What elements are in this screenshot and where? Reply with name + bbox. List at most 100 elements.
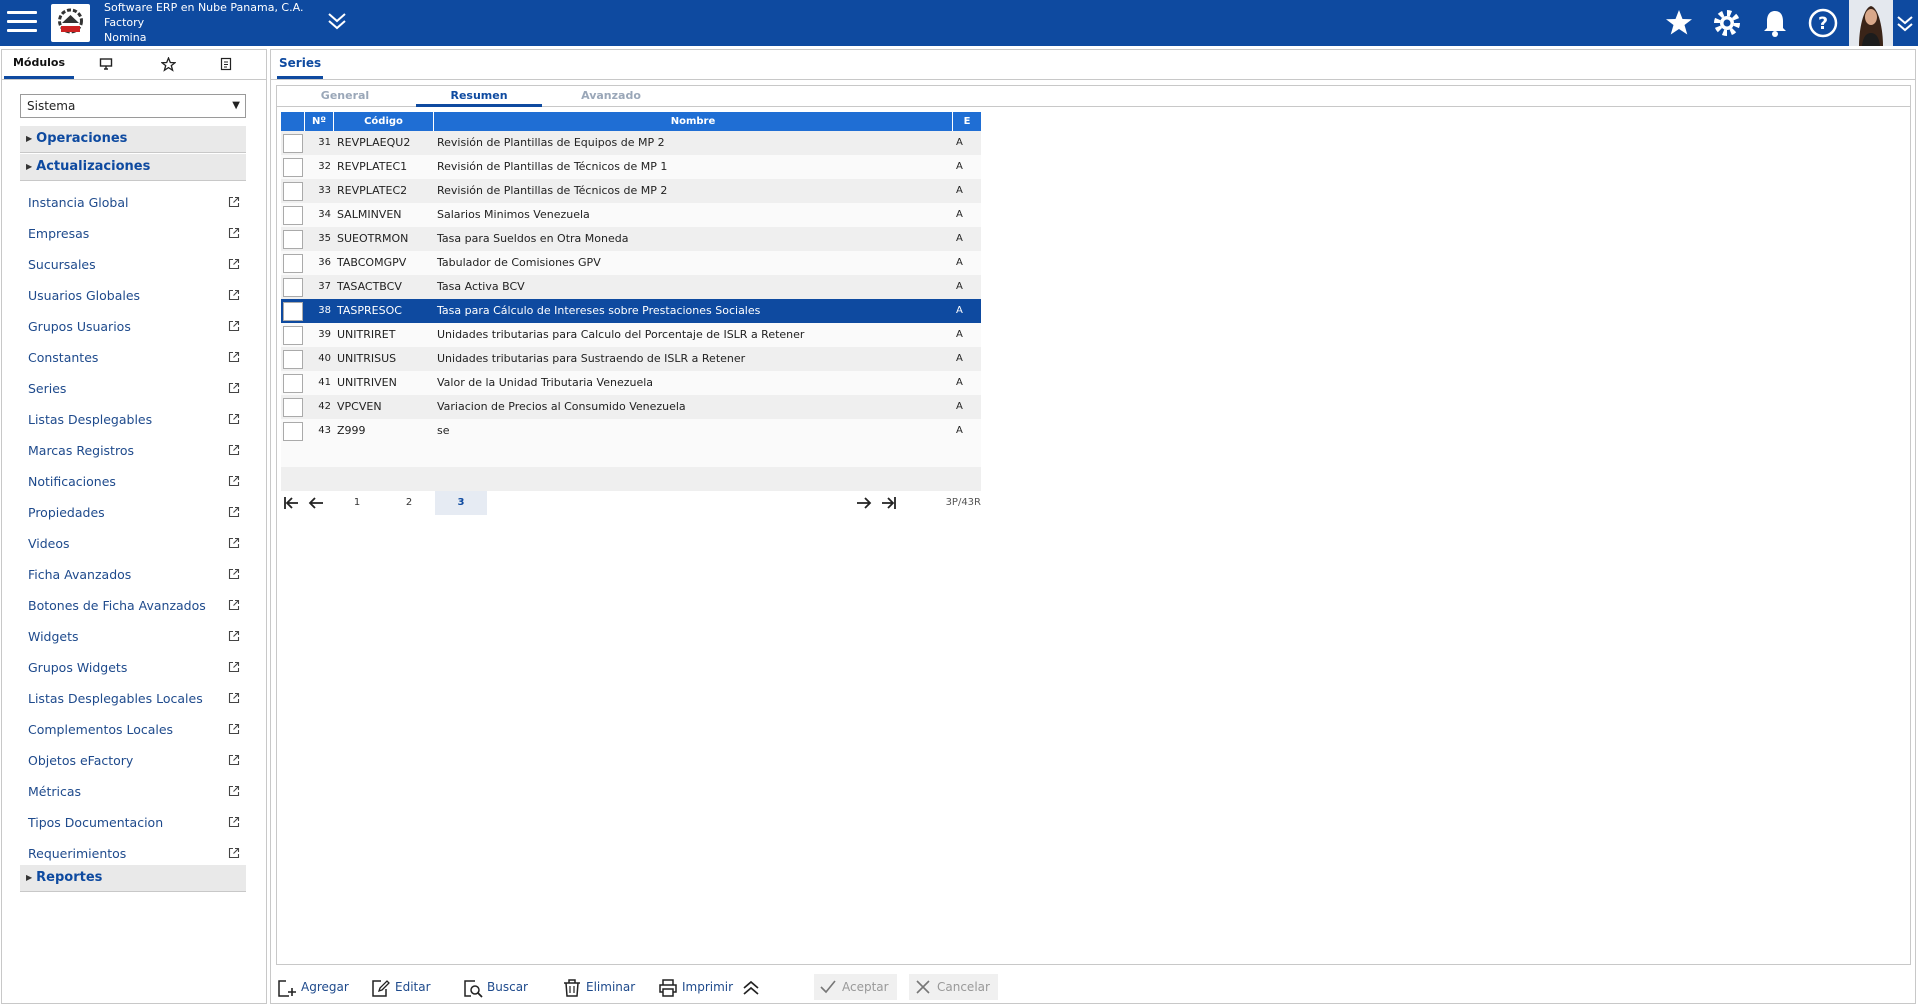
nav-item-tipos-documentacion[interactable]: Tipos Documentacion	[20, 807, 246, 838]
search-button[interactable]: Buscar	[463, 974, 528, 1000]
row-checkbox[interactable]	[283, 278, 303, 297]
first-page-icon[interactable]	[283, 495, 301, 514]
table-row[interactable]: 43 Z999 se A	[281, 419, 981, 443]
nav-item-usuarios-globales[interactable]: Usuarios Globales	[20, 280, 246, 311]
row-checkbox[interactable]	[283, 254, 303, 273]
row-checkbox[interactable]	[283, 134, 303, 153]
external-link-icon	[228, 537, 240, 549]
table-row[interactable]: 40 UNITRISUS Unidades tributarias para Sus…	[281, 347, 981, 371]
header-name[interactable]: Nombre	[434, 112, 953, 131]
page-1[interactable]: 1	[331, 491, 383, 515]
table-row[interactable]: 35 SUEOTRMON Tasa para Sueldos en Otra Mon…	[281, 227, 981, 251]
nav-item-widgets[interactable]: Widgets	[20, 621, 246, 652]
external-link-icon	[228, 723, 240, 735]
tab-monitor[interactable]	[86, 50, 126, 79]
table-row[interactable]: 33 REVPLATEC2 Revisión de Plantillas de Té…	[281, 179, 981, 203]
nav-item-grupos-widgets[interactable]: Grupos Widgets	[20, 652, 246, 683]
cell-e: A	[956, 425, 963, 436]
nav-item-listas-desplegables-locales[interactable]: Listas Desplegables Locales	[20, 683, 246, 714]
row-checkbox[interactable]	[283, 158, 303, 177]
nav-item-ficha-avanzados[interactable]: Ficha Avanzados	[20, 559, 246, 590]
row-checkbox[interactable]	[283, 326, 303, 345]
last-page-icon[interactable]	[879, 495, 897, 514]
nav-item-metricas[interactable]: Métricas	[20, 776, 246, 807]
nav-item-objetos-efactory[interactable]: Objetos eFactory	[20, 745, 246, 776]
hamburger-menu-icon[interactable]	[7, 11, 37, 33]
nav-item-listas-desplegables[interactable]: Listas Desplegables	[20, 404, 246, 435]
group-reportes[interactable]: ▶ Reportes	[20, 865, 246, 892]
table-row[interactable]: 34 SALMINVEN Salarios Minimos Venezuela A	[281, 203, 981, 227]
subtab-general[interactable]: General	[307, 86, 383, 107]
table-row[interactable]: 42 VPCVEN Variacion de Precios al Consumid…	[281, 395, 981, 419]
row-checkbox[interactable]	[283, 206, 303, 225]
table-row[interactable]: 41 UNITRIVEN Valor de la Unidad Tributaria…	[281, 371, 981, 395]
header-select	[281, 112, 305, 131]
cell-e: A	[956, 257, 963, 268]
nav-item-videos[interactable]: Videos	[20, 528, 246, 559]
cancel-button[interactable]: Cancelar	[909, 974, 998, 1000]
star-outline-icon	[159, 56, 177, 75]
accept-button[interactable]: Aceptar	[814, 974, 897, 1000]
row-checkbox[interactable]	[283, 182, 303, 201]
user-avatar[interactable]	[1849, 0, 1893, 46]
table-row-selected[interactable]: 38 TASPRESOC Tasa para Cálculo de Interese…	[281, 299, 981, 323]
prev-page-icon[interactable]	[307, 495, 325, 514]
external-link-icon	[228, 227, 240, 239]
gear-icon[interactable]	[1710, 6, 1744, 40]
nav-item-complementos-locales[interactable]: Complementos Locales	[20, 714, 246, 745]
help-icon[interactable]: ?	[1806, 6, 1840, 40]
nav-item-empresas[interactable]: Empresas	[20, 218, 246, 249]
page-2[interactable]: 2	[383, 491, 435, 515]
row-checkbox[interactable]	[283, 350, 303, 369]
tab-series[interactable]: Series	[277, 50, 324, 79]
star-icon[interactable]	[1662, 6, 1696, 40]
add-button[interactable]: Agregar	[277, 974, 349, 1000]
subtab-avanzado[interactable]: Avanzado	[561, 86, 661, 107]
chevron-double-down-icon[interactable]	[326, 11, 348, 34]
search-icon	[464, 980, 483, 998]
row-checkbox[interactable]	[283, 230, 303, 249]
tab-modulos[interactable]: Módulos	[4, 50, 74, 79]
table-row[interactable]: 32 REVPLATEC1 Revisión de Plantillas de Té…	[281, 155, 981, 179]
nav-item-series[interactable]: Series	[20, 373, 246, 404]
table-row[interactable]: 31 REVPLAEQU2 Revisión de Plantillas de Eq…	[281, 131, 981, 155]
bell-icon[interactable]	[1758, 6, 1792, 40]
module-select[interactable]: Sistema ▼	[20, 94, 246, 118]
nav-item-constantes[interactable]: Constantes	[20, 342, 246, 373]
table-row[interactable]: 39 UNITRIRET Unidades tributarias para Cal…	[281, 323, 981, 347]
cell-name: Revisión de Plantillas de Técnicos de MP…	[437, 184, 668, 197]
nav-item-grupos-usuarios[interactable]: Grupos Usuarios	[20, 311, 246, 342]
nav-item-botones-ficha-avanzados[interactable]: Botones de Ficha Avanzados	[20, 590, 246, 621]
next-page-icon[interactable]	[855, 495, 873, 514]
tab-pages[interactable]	[206, 50, 246, 79]
row-checkbox[interactable]	[283, 302, 303, 321]
header-e[interactable]: E	[953, 112, 981, 131]
row-checkbox[interactable]	[283, 374, 303, 393]
group-actualizaciones[interactable]: ▶ Actualizaciones	[20, 154, 246, 181]
collapse-button[interactable]	[741, 974, 763, 1000]
header-code[interactable]: Código	[334, 112, 434, 131]
company-info: Software ERP en Nube Panama, C.A. Factor…	[104, 0, 303, 45]
print-button[interactable]: Imprimir	[658, 974, 733, 1000]
subtab-resumen[interactable]: Resumen	[416, 86, 542, 107]
group-operaciones[interactable]: ▶ Operaciones	[20, 126, 246, 153]
tab-favorites[interactable]	[148, 50, 188, 79]
nav-item-notificaciones[interactable]: Notificaciones	[20, 466, 246, 497]
nav-item-propiedades[interactable]: Propiedades	[20, 497, 246, 528]
external-link-icon	[228, 382, 240, 394]
delete-button[interactable]: Eliminar	[562, 974, 635, 1000]
company-name: Software ERP en Nube Panama, C.A.	[104, 1, 304, 14]
table-row[interactable]: 36 TABCOMGPV Tabulador de Comisiones GPV A	[281, 251, 981, 275]
row-checkbox[interactable]	[283, 422, 303, 441]
group-label: Actualizaciones	[36, 159, 151, 174]
nav-item-sucursales[interactable]: Sucursales	[20, 249, 246, 280]
edit-button[interactable]: Editar	[371, 974, 431, 1000]
header-num[interactable]: Nº	[305, 112, 334, 131]
row-checkbox[interactable]	[283, 398, 303, 417]
nav-item-marcas-registros[interactable]: Marcas Registros	[20, 435, 246, 466]
cell-code: UNITRIVEN	[337, 376, 397, 389]
chevron-double-down-icon[interactable]	[1895, 14, 1915, 37]
page-3[interactable]: 3	[435, 491, 487, 515]
table-row[interactable]: 37 TASACTBCV Tasa Activa BCV A	[281, 275, 981, 299]
nav-item-instancia-global[interactable]: Instancia Global	[20, 187, 246, 218]
